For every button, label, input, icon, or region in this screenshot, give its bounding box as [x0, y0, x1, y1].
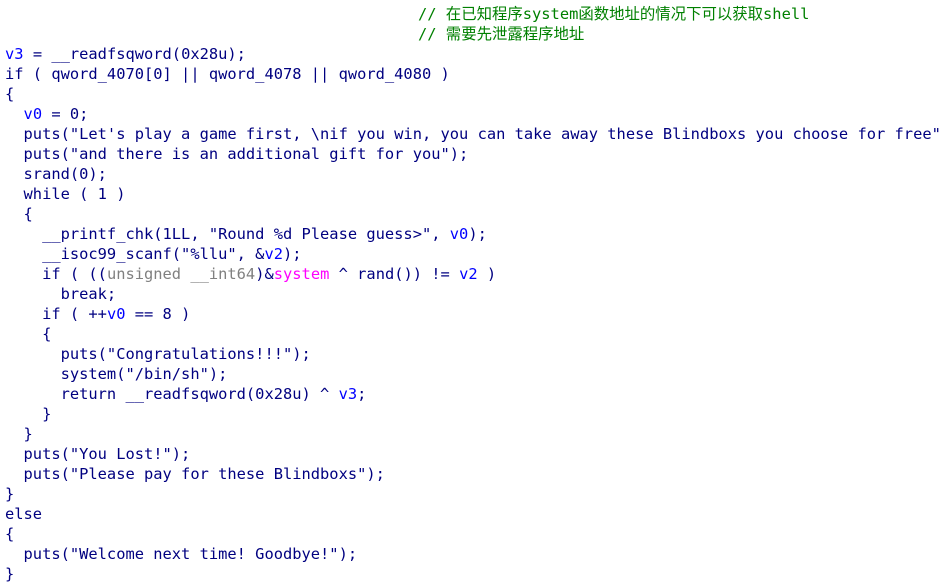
code-token: v3 [338, 385, 358, 403]
code-line[interactable]: __isoc99_scanf("%llu", &v2); [5, 244, 302, 264]
code-token: } [5, 565, 15, 583]
code-token: unsigned __int64 [106, 265, 256, 283]
code-token: )& [255, 265, 274, 283]
code-view[interactable]: // 在已知程序system函数地址的情况下可以获取shell // 需要先泄露程… [0, 0, 940, 584]
code-line[interactable]: break; [5, 284, 117, 304]
code-token: v3 [5, 45, 24, 63]
code-token: __printf_chk(1LL, "Round %d Please guess… [5, 225, 450, 243]
code-token: system [273, 265, 330, 283]
code-line[interactable]: return __readfsqword(0x28u) ^ v3; [5, 384, 367, 404]
code-token: puts("Welcome next time! Goodbye!"); [5, 545, 358, 563]
code-line[interactable]: { [5, 324, 51, 344]
code-token: ^ rand()) != [329, 265, 460, 283]
code-token: // 需要先泄露程序地址 [418, 25, 585, 43]
code-token: ); [468, 225, 487, 243]
code-token: if ( qword_4070[0] || qword_4078 || qwor… [5, 65, 450, 83]
code-token: puts("Congratulations!!!"); [5, 345, 311, 363]
code-line[interactable]: if ( ((unsigned __int64)&system ^ rand()… [5, 264, 496, 284]
code-token: } [5, 485, 15, 503]
code-line[interactable]: } [5, 564, 14, 584]
code-line[interactable]: v0 = 0; [5, 104, 89, 124]
code-line[interactable]: { [5, 84, 14, 104]
code-token: puts("Please pay for these Blindboxs"); [5, 465, 385, 483]
code-token: system("/bin/sh"); [5, 365, 228, 383]
code-token: v0 [449, 225, 469, 243]
code-token: ) [477, 265, 497, 283]
code-token: ; [357, 385, 367, 403]
code-line[interactable]: puts("You Lost!"); [5, 444, 191, 464]
code-line[interactable]: puts("Please pay for these Blindboxs"); [5, 464, 385, 484]
code-line[interactable]: while ( 1 ) [5, 184, 126, 204]
code-token: v2 [264, 245, 283, 263]
code-line[interactable]: if ( ++v0 == 8 ) [5, 304, 190, 324]
code-token: { [5, 325, 52, 343]
code-line[interactable]: { [5, 524, 14, 544]
code-line[interactable]: // 在已知程序system函数地址的情况下可以获取shell [418, 4, 809, 24]
code-token: { [5, 525, 15, 543]
code-line[interactable]: srand(0); [5, 164, 107, 184]
code-line[interactable]: } [5, 484, 14, 504]
code-token: { [5, 205, 33, 223]
code-line[interactable]: // 需要先泄露程序地址 [418, 24, 584, 44]
code-token: if ( ++ [5, 305, 107, 323]
code-token: break; [5, 285, 117, 303]
code-line[interactable]: } [5, 404, 51, 424]
code-line[interactable]: v3 = __readfsqword(0x28u); [5, 44, 246, 64]
code-line[interactable]: puts("Congratulations!!!"); [5, 344, 311, 364]
code-line[interactable]: else [5, 504, 42, 524]
code-line[interactable]: __printf_chk(1LL, "Round %d Please guess… [5, 224, 487, 244]
code-line[interactable]: if ( qword_4070[0] || qword_4078 || qwor… [5, 64, 450, 84]
code-token: puts("Let's play a game first, \nif you … [5, 125, 940, 143]
code-token: v0 [23, 105, 43, 123]
code-token: = 0; [42, 105, 89, 123]
code-token: if ( (( [5, 265, 107, 283]
code-token: // 在已知程序system函数地址的情况下可以获取shell [418, 5, 810, 23]
code-token: __isoc99_scanf("%llu", & [5, 245, 265, 263]
code-token: { [5, 85, 15, 103]
code-line[interactable]: { [5, 204, 33, 224]
code-token: else [5, 505, 43, 523]
code-token: while ( 1 ) [5, 185, 126, 203]
code-token: puts("and there is an additional gift fo… [5, 145, 469, 163]
code-token: } [5, 425, 33, 443]
code-line[interactable]: } [5, 424, 33, 444]
code-token: puts("You Lost!"); [5, 445, 191, 463]
code-token: } [5, 405, 52, 423]
code-token: == 8 ) [125, 305, 191, 323]
code-line[interactable]: system("/bin/sh"); [5, 364, 228, 384]
code-token: v2 [459, 265, 478, 283]
code-line[interactable]: puts("and there is an additional gift fo… [5, 144, 469, 164]
code-token: v0 [106, 305, 126, 323]
code-line[interactable]: puts("Welcome next time! Goodbye!"); [5, 544, 358, 564]
code-token: return __readfsqword(0x28u) ^ [5, 385, 339, 403]
code-line[interactable]: puts("Let's play a game first, \nif you … [5, 124, 940, 144]
code-token: ); [283, 245, 302, 263]
code-token: = __readfsqword(0x28u); [23, 45, 246, 63]
code-token: srand(0); [5, 165, 107, 183]
